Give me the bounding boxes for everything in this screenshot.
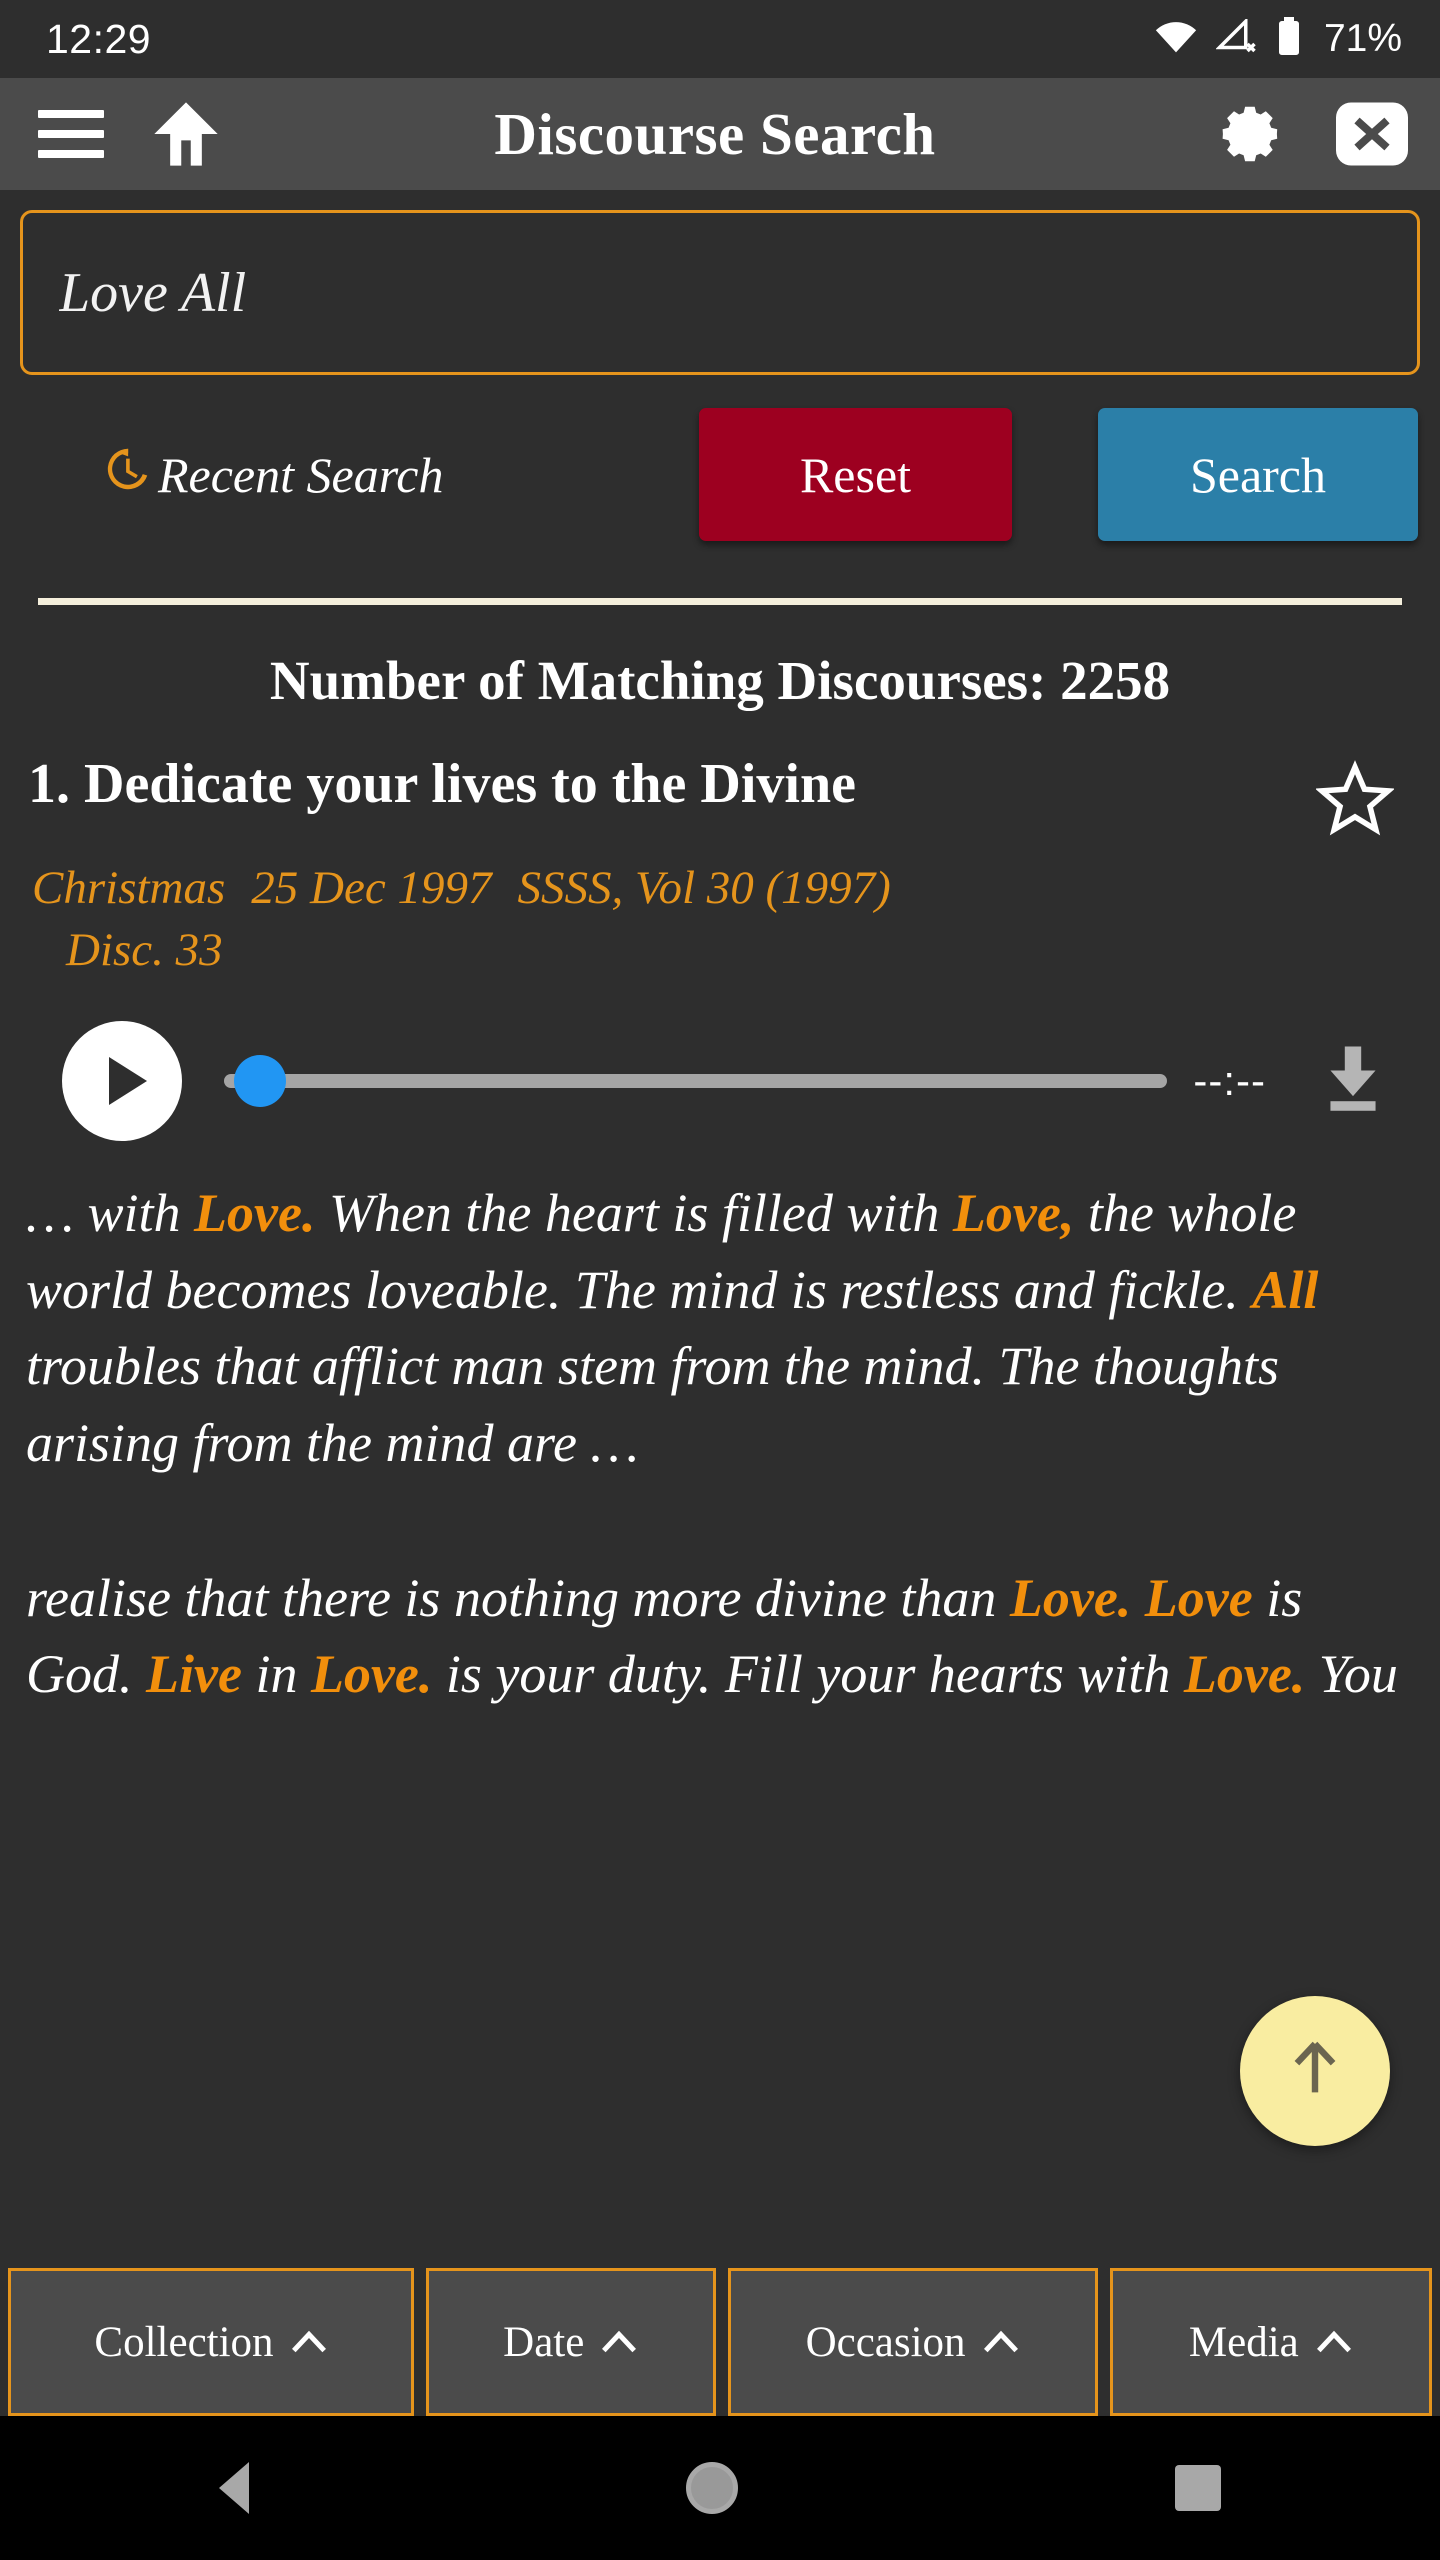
audio-seek-slider[interactable] xyxy=(224,1051,1168,1111)
recent-search-label: Recent Search xyxy=(158,446,444,503)
recent-search-button[interactable]: Recent Search xyxy=(100,442,444,508)
android-nav-bar xyxy=(0,2416,1440,2560)
chevron-up-icon xyxy=(1315,2327,1353,2357)
close-icon[interactable] xyxy=(1330,98,1414,170)
seek-thumb[interactable] xyxy=(234,1055,286,1108)
app-toolbar: Discourse Search xyxy=(0,78,1440,190)
filter-collection-label: Collection xyxy=(94,2318,274,2366)
chevron-up-icon xyxy=(982,2327,1020,2357)
match-count-label: Number of Matching Discourses: 2258 xyxy=(269,650,1171,711)
status-time: 12:29 xyxy=(46,15,152,62)
filter-bar: Collection Date Occasion Media xyxy=(0,2268,1440,2416)
search-button[interactable]: Search xyxy=(1098,408,1418,541)
battery-percent: 71% xyxy=(1323,17,1402,60)
meta-collection: SSSS, Vol 30 (1997) xyxy=(517,862,891,914)
status-icons: 71% xyxy=(1153,16,1402,62)
download-icon[interactable] xyxy=(1312,1038,1394,1125)
filter-media-button[interactable]: Media xyxy=(1109,2268,1432,2416)
filter-media-label: Media xyxy=(1188,2318,1299,2366)
meta-occasion: Christmas xyxy=(32,862,226,914)
result-title[interactable]: 1. Dedicate your lives to the Divine xyxy=(28,753,1294,816)
history-icon xyxy=(100,442,154,508)
filter-occasion-button[interactable]: Occasion xyxy=(727,2268,1098,2416)
play-button[interactable] xyxy=(62,1021,182,1142)
result-item-title-row[interactable]: 1. Dedicate your lives to the Divine xyxy=(0,712,1440,843)
app-screen: 12:29 71% Discourse Search Love All Rece… xyxy=(0,0,1440,2560)
meta-date: 25 Dec 1997 xyxy=(251,862,492,914)
star-outline-icon[interactable] xyxy=(1314,760,1396,843)
cellular-off-icon xyxy=(1215,16,1258,60)
filter-date-label: Date xyxy=(503,2318,585,2366)
search-input[interactable] xyxy=(59,260,1381,325)
arrow-up-icon xyxy=(1280,2034,1350,2109)
result-excerpt[interactable]: realise that there is nothing more divin… xyxy=(0,1482,1440,1713)
results-list[interactable]: 1. Dedicate your lives to the Divine Chr… xyxy=(0,712,1440,2268)
recents-square-icon[interactable] xyxy=(1175,2465,1222,2511)
hamburger-menu-icon[interactable] xyxy=(38,110,104,158)
play-icon xyxy=(109,1057,147,1106)
back-triangle-icon[interactable] xyxy=(218,2462,249,2514)
page-title: Discourse Search xyxy=(494,100,936,167)
audio-duration: --:-- xyxy=(1193,1057,1266,1105)
seek-track xyxy=(224,1074,1168,1089)
search-actions: Recent Search Reset Search xyxy=(0,407,1440,542)
wifi-icon xyxy=(1153,19,1199,60)
chevron-up-icon xyxy=(290,2327,328,2357)
home-circle-icon[interactable] xyxy=(685,2462,738,2514)
reset-button[interactable]: Reset xyxy=(699,408,1012,541)
filter-collection-button[interactable]: Collection xyxy=(8,2268,414,2416)
filter-date-button[interactable]: Date xyxy=(425,2268,716,2416)
scroll-to-top-button[interactable] xyxy=(1240,1996,1390,2146)
section-divider xyxy=(38,598,1402,605)
status-bar: 12:29 71% xyxy=(0,0,1440,78)
filter-occasion-label: Occasion xyxy=(805,2318,966,2366)
result-excerpt[interactable]: … with Love. When the heart is filled wi… xyxy=(0,1141,1440,1482)
chevron-up-icon xyxy=(600,2327,638,2357)
battery-icon xyxy=(1275,16,1303,62)
gear-icon[interactable] xyxy=(1216,98,1288,170)
search-field-container[interactable] xyxy=(20,210,1420,375)
audio-player: --:-- xyxy=(0,981,1440,1142)
result-metadata: Christmas 25 Dec 1997 SSSS, Vol 30 (1997) … xyxy=(0,843,1440,981)
meta-discourse: Disc. 33 xyxy=(66,924,223,977)
home-icon[interactable] xyxy=(148,96,224,172)
